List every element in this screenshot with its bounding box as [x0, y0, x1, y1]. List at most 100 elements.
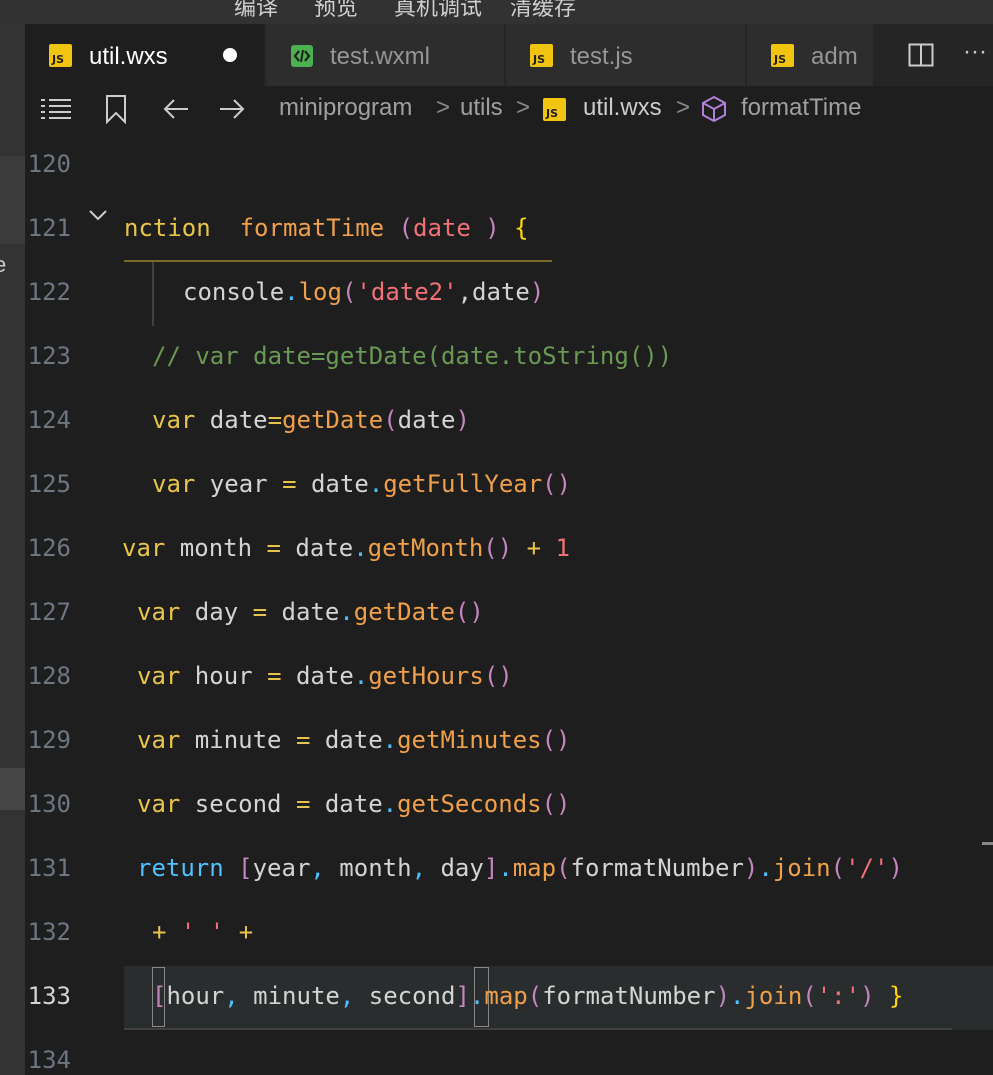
code-token: ()	[454, 598, 484, 626]
line-number: 126	[27, 534, 71, 562]
code-line: 122 console.log('date2',date)	[25, 262, 993, 326]
wxml-file-icon	[291, 45, 313, 67]
line-number: 120	[27, 150, 71, 178]
code-token: map	[484, 982, 528, 1010]
code-token: .	[339, 598, 354, 626]
code-token: +	[238, 918, 254, 946]
line-code: console.log('date2',date)	[183, 278, 544, 306]
split-editor-icon[interactable]	[908, 43, 934, 67]
line-number: 129	[27, 726, 71, 754]
code-token: +	[152, 918, 167, 946]
tab-adm[interactable]: JS adm	[747, 24, 875, 86]
code-token: var	[152, 406, 196, 434]
code-token: year	[195, 470, 283, 498]
line-code: var date=getDate(date)	[152, 406, 470, 434]
tab-test-js[interactable]: JS test.js	[506, 24, 746, 86]
code-token: year	[252, 854, 311, 882]
code-token: .	[368, 470, 384, 498]
code-line: 123 // var date=getDate(date.toString())	[25, 326, 993, 390]
line-code: var second = date.getSeconds()	[137, 790, 571, 818]
code-token: getHours	[368, 662, 484, 690]
code-token: ()	[541, 726, 571, 754]
code-token: ,	[224, 982, 239, 1010]
line-code: var hour = date.getHours()	[137, 662, 513, 690]
menu-compile[interactable]: 编译	[234, 0, 278, 22]
code-line: 131 return [year, month, day].map(format…	[25, 838, 993, 902]
code-line: 121 nction formatTime (date ) {	[25, 198, 993, 262]
code-token: )	[529, 278, 545, 306]
code-token: (	[527, 982, 543, 1010]
breadcrumb-folder-utils[interactable]: utils	[460, 94, 503, 122]
list-icon[interactable]	[39, 96, 73, 122]
code-token: second	[180, 790, 296, 818]
js-file-icon: JS	[49, 44, 72, 67]
left-panel-selection[interactable]	[0, 768, 25, 810]
code-editor[interactable]: 120 121 nction formatTime (date ) { 122 …	[25, 132, 993, 1075]
forward-arrow-icon[interactable]	[218, 97, 246, 121]
code-token: (	[802, 982, 817, 1010]
chevron-right-icon: >	[516, 94, 531, 121]
bookmark-icon[interactable]	[104, 94, 128, 124]
code-token: .	[382, 790, 398, 818]
menu-device-debug[interactable]: 真机调试	[394, 0, 482, 22]
code-token: date	[310, 790, 383, 818]
tab-test-wxml[interactable]: test.wxml	[266, 24, 505, 86]
code-line: 125 var year = date.getFullYear()	[25, 454, 993, 518]
cube-symbol-icon	[702, 95, 726, 123]
code-line: 127 var day = date.getDate()	[25, 582, 993, 646]
breadcrumb-file[interactable]: util.wxs	[583, 94, 662, 122]
code-token: day	[180, 598, 253, 626]
code-line: 130 var second = date.getSeconds()	[25, 774, 993, 838]
menu-preview[interactable]: 预览	[314, 0, 358, 22]
code-token: }	[889, 982, 904, 1010]
code-token: log	[298, 278, 342, 306]
code-token: =	[252, 598, 268, 626]
code-token: hour	[180, 662, 268, 690]
code-token: month	[324, 854, 412, 882]
menu-clear-cache[interactable]: 清缓存	[510, 0, 576, 22]
code-token: formatNumber	[542, 982, 716, 1010]
code-line: 120	[25, 134, 993, 198]
code-token: formatNumber	[570, 854, 744, 882]
tab-util-wxs[interactable]: JS util.wxs	[25, 24, 265, 86]
code-token: .	[284, 278, 299, 306]
menu-bar: 编译 预览 真机调试 清缓存	[0, 0, 993, 24]
code-token: minute	[180, 726, 296, 754]
code-token: )	[860, 982, 875, 1010]
code-token: join	[744, 982, 803, 1010]
left-panel-edge: e	[0, 24, 25, 1075]
line-code: return [year, month, day].map(formatNumb…	[137, 854, 903, 882]
line-number: 132	[27, 918, 71, 946]
code-token: date	[310, 726, 383, 754]
line-number: 134	[27, 1046, 71, 1074]
line-code: var day = date.getDate()	[137, 598, 484, 626]
code-token: .	[730, 982, 745, 1010]
code-token: +	[526, 534, 542, 562]
code-token: join	[772, 854, 831, 882]
code-token: ,date	[457, 278, 530, 306]
breadcrumb-folder-miniprogram[interactable]: miniprogram	[279, 94, 412, 122]
js-file-icon: JS	[543, 98, 566, 121]
code-token: [	[152, 982, 167, 1010]
code-token: (	[556, 854, 571, 882]
line-code: // var date=getDate(date.toString())	[152, 342, 672, 370]
code-line-current: 133 [hour, minute, second].map(formatNum…	[25, 966, 993, 1030]
code-token: formatTime	[239, 214, 385, 242]
more-actions-icon[interactable]: ···	[963, 38, 987, 66]
code-token: // var date=getDate(date.toString())	[152, 342, 673, 370]
code-token: =	[267, 662, 282, 690]
code-token: ()	[542, 470, 572, 498]
breadcrumb-symbol[interactable]: formatTime	[741, 94, 861, 122]
code-token: getDate	[353, 598, 455, 626]
chevron-right-icon: >	[676, 94, 691, 121]
breadcrumb: miniprogram > utils > JS util.wxs > form…	[25, 86, 993, 132]
line-code: var year = date.getFullYear()	[152, 470, 571, 498]
back-arrow-icon[interactable]	[162, 97, 190, 121]
code-token: ,	[339, 982, 355, 1010]
code-token: )	[888, 854, 903, 882]
tab-label: util.wxs	[89, 43, 168, 70]
unsaved-dot-icon[interactable]	[223, 48, 237, 62]
code-token: ()	[483, 662, 513, 690]
